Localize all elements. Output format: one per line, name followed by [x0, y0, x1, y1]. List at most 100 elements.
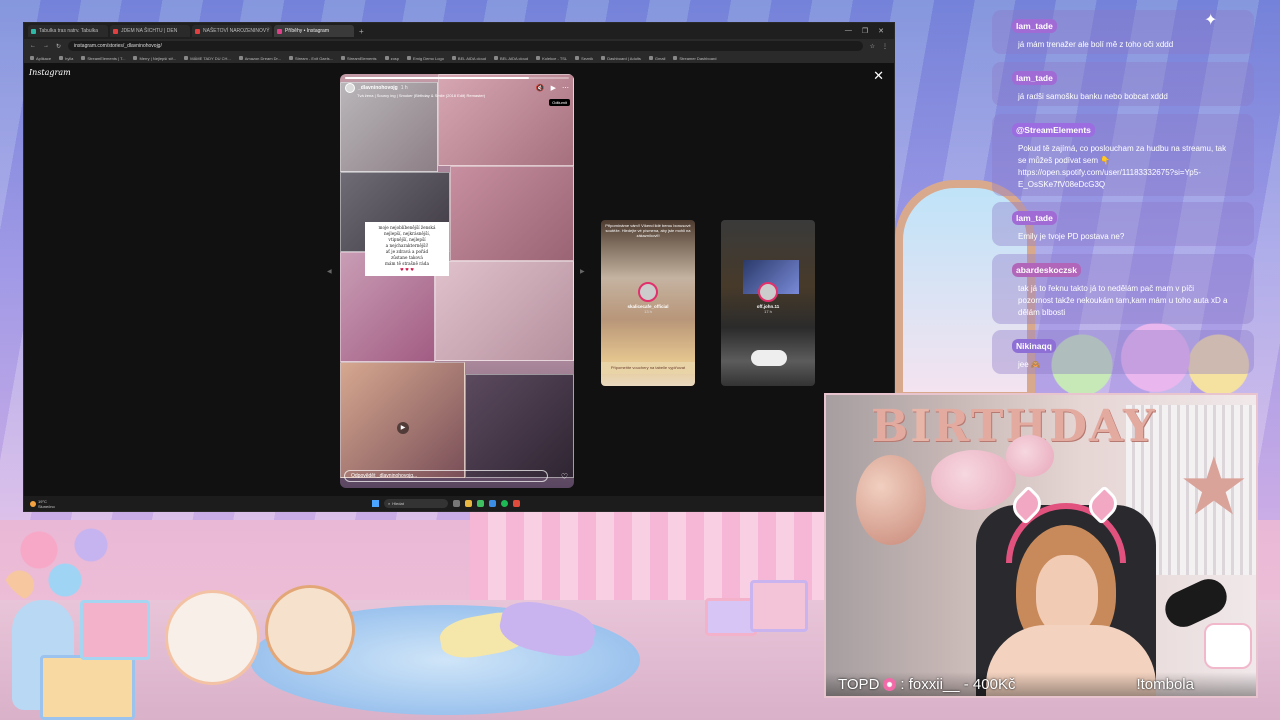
- video-play-icon[interactable]: ▶: [397, 422, 409, 434]
- bookmark-item[interactable]: Aplikace: [30, 56, 51, 61]
- bookmark-icon: [601, 56, 606, 60]
- search-icon: ⌕: [388, 501, 391, 506]
- cake-icon: [1204, 623, 1252, 669]
- avatar: [638, 282, 658, 302]
- chat-username[interactable]: abardeskoczsk: [1012, 263, 1081, 277]
- tab-favicon-icon: [195, 28, 200, 34]
- chat-message: Iam_tade já radši samošku banku nebo bob…: [992, 62, 1254, 106]
- forward-arrow-icon[interactable]: →: [43, 43, 49, 49]
- reply-input[interactable]: Odpovědět _dlavninohovojg...: [344, 470, 548, 482]
- gift-box: [40, 655, 135, 720]
- story-progress-fill: [345, 77, 529, 79]
- mute-icon[interactable]: 🔇: [536, 84, 545, 92]
- bookmark-icon: [451, 56, 456, 60]
- chat-text: tak já to řeknu takto já to nedělám pač …: [1018, 284, 1228, 317]
- browser-tab[interactable]: Tabulka tras natrv. Tabulka: [28, 25, 108, 37]
- chat-message: Iam_tade Emily je tvoje PD postava ne?: [992, 202, 1254, 246]
- chat-username[interactable]: Iam_tade: [1012, 71, 1057, 85]
- flower-icon: [883, 677, 897, 691]
- bookmark-item[interactable]: BEL AIDA cloud: [451, 56, 486, 61]
- hearts-icon: ♥ ♥ ♥: [400, 267, 414, 272]
- address-bar: ← → ↻ instagram.com/stories/_dlavninohov…: [24, 39, 894, 53]
- bookmark-item[interactable]: Kolekce - TSL: [536, 56, 567, 61]
- url-field[interactable]: instagram.com/stories/_dlavninohovojg/: [68, 41, 863, 51]
- close-story-button[interactable]: ✕: [873, 68, 884, 84]
- chat-message: Nikinaqq jee 🙈: [992, 330, 1254, 374]
- bookmark-item[interactable]: Emig Demo Logo: [407, 56, 444, 61]
- weather-widget[interactable]: 19°C Slunečno: [30, 499, 55, 509]
- tombola-command: !tombola: [1136, 675, 1194, 693]
- chrome-icon[interactable]: [477, 500, 484, 507]
- chat-username[interactable]: Nikinaqq: [1012, 339, 1056, 353]
- bookmark-icon: [238, 56, 243, 60]
- heart-like-icon[interactable]: ♡: [561, 472, 568, 481]
- next-story-preview[interactable]: Připomínáme vám!! Víkend lidé berou bonu…: [601, 220, 695, 386]
- sparkle-icon: ✦: [1204, 12, 1218, 29]
- bookmark-icon: [30, 56, 34, 60]
- task-view-icon[interactable]: [453, 500, 460, 507]
- bookmark-item[interactable]: zosp: [384, 56, 399, 61]
- chat-message: @StreamElements Pokud tě zajímá, co posl…: [992, 114, 1254, 196]
- bookmark-star-icon[interactable]: ☆: [870, 43, 875, 50]
- unmute-tooltip: Odtlumit: [549, 99, 570, 106]
- minimize-button[interactable]: —: [845, 27, 852, 35]
- bookmark-item[interactable]: StreamElements | T...: [81, 56, 125, 61]
- active-story[interactable]: _dlavninohovojg 1 h 🔇 ▶ ⋯ Tvá žena | Sou…: [340, 74, 574, 488]
- chat-username[interactable]: Iam_tade: [1012, 19, 1057, 33]
- more-options-icon[interactable]: ⋯: [562, 84, 569, 92]
- bookmark-item[interactable]: Streamer Dashboard: [673, 56, 717, 61]
- next-story-arrow-icon[interactable]: ▶: [580, 268, 585, 275]
- bookmark-item[interactable]: Seznik: [575, 56, 593, 61]
- bookmark-item[interactable]: Stream - Exit Gaels...: [288, 56, 333, 61]
- story-preview-age: 13 h: [644, 309, 652, 314]
- chat-username[interactable]: Iam_tade: [1012, 211, 1057, 225]
- bookmark-item[interactable]: MÁME TADY DU CH...: [184, 56, 231, 61]
- tab-favicon-icon: [31, 28, 36, 34]
- bookmark-icon: [340, 56, 345, 60]
- obs-icon[interactable]: [513, 500, 520, 507]
- extensions-icon[interactable]: ⋮: [882, 43, 888, 50]
- story-text-sticker: moje nejoblíbenější ženská nejlepší, nej…: [365, 222, 449, 276]
- spotify-icon[interactable]: [501, 500, 508, 507]
- story-username[interactable]: _dlavninohovojg: [358, 85, 398, 91]
- bookmark-item[interactable]: BEL AIDA cloud: [494, 56, 528, 61]
- next-story-preview[interactable]: off.john.11 17 h: [721, 220, 815, 386]
- browser-tab-active[interactable]: Příběhy • Instagram: [274, 25, 354, 37]
- close-window-button[interactable]: ✕: [878, 27, 884, 35]
- maximize-button[interactable]: ❐: [862, 27, 868, 35]
- new-tab-button[interactable]: +: [359, 27, 364, 36]
- browser-tab[interactable]: NAŠETOVÍ NAROZENINOVÝ: [192, 25, 272, 37]
- star-balloon-icon: ★: [1178, 442, 1250, 531]
- cartoon-dog: [265, 585, 355, 675]
- story-photo: [465, 374, 574, 478]
- file-explorer-icon[interactable]: [465, 500, 472, 507]
- bookmark-icon: [133, 56, 138, 60]
- bookmark-icon: [288, 56, 293, 60]
- back-arrow-icon[interactable]: ←: [30, 43, 36, 49]
- bookmark-item[interactable]: hylla: [59, 56, 73, 61]
- windows-taskbar: 19°C Slunečno ⌕Hledat ⌃: [24, 496, 894, 511]
- chat-username[interactable]: @StreamElements: [1012, 123, 1095, 137]
- chat-text: Pokud tě zajímá, co posloucham za hudbu …: [1018, 144, 1227, 189]
- play-icon[interactable]: ▶: [551, 84, 556, 92]
- reload-icon[interactable]: ↻: [56, 43, 61, 50]
- taskbar-search[interactable]: ⌕ Hledat: [384, 499, 448, 508]
- story-song-label[interactable]: Tvá žena | Sourcy ing | Smoker (Birthday…: [357, 93, 485, 98]
- windows-start-icon[interactable]: [372, 500, 379, 507]
- bookmark-icon: [81, 56, 86, 60]
- previous-story-arrow-icon[interactable]: ◀: [327, 268, 332, 275]
- bookmark-item[interactable]: Gmail: [648, 56, 665, 61]
- bookmark-item[interactable]: StreamElements: [340, 56, 377, 61]
- bookmark-icon: [536, 56, 541, 60]
- bookmark-item[interactable]: Dashboard | Adults: [601, 56, 641, 61]
- bookmark-icon: [407, 56, 412, 60]
- instagram-logo[interactable]: Instagram: [29, 68, 71, 77]
- avatar[interactable]: [345, 83, 355, 93]
- balloon-number: [856, 455, 926, 545]
- browser-window: Tabulka tras natrv. Tabulka JDEM NA ŠICH…: [23, 22, 895, 512]
- balloon: [1006, 435, 1054, 477]
- bookmark-item[interactable]: Amazon Dream Dr...: [238, 56, 281, 61]
- bookmark-item[interactable]: Merry | Nejlepší stř...: [133, 56, 176, 61]
- discord-icon[interactable]: [489, 500, 496, 507]
- browser-tab[interactable]: JDEM NA ŠICHTU | DEN: [110, 25, 190, 37]
